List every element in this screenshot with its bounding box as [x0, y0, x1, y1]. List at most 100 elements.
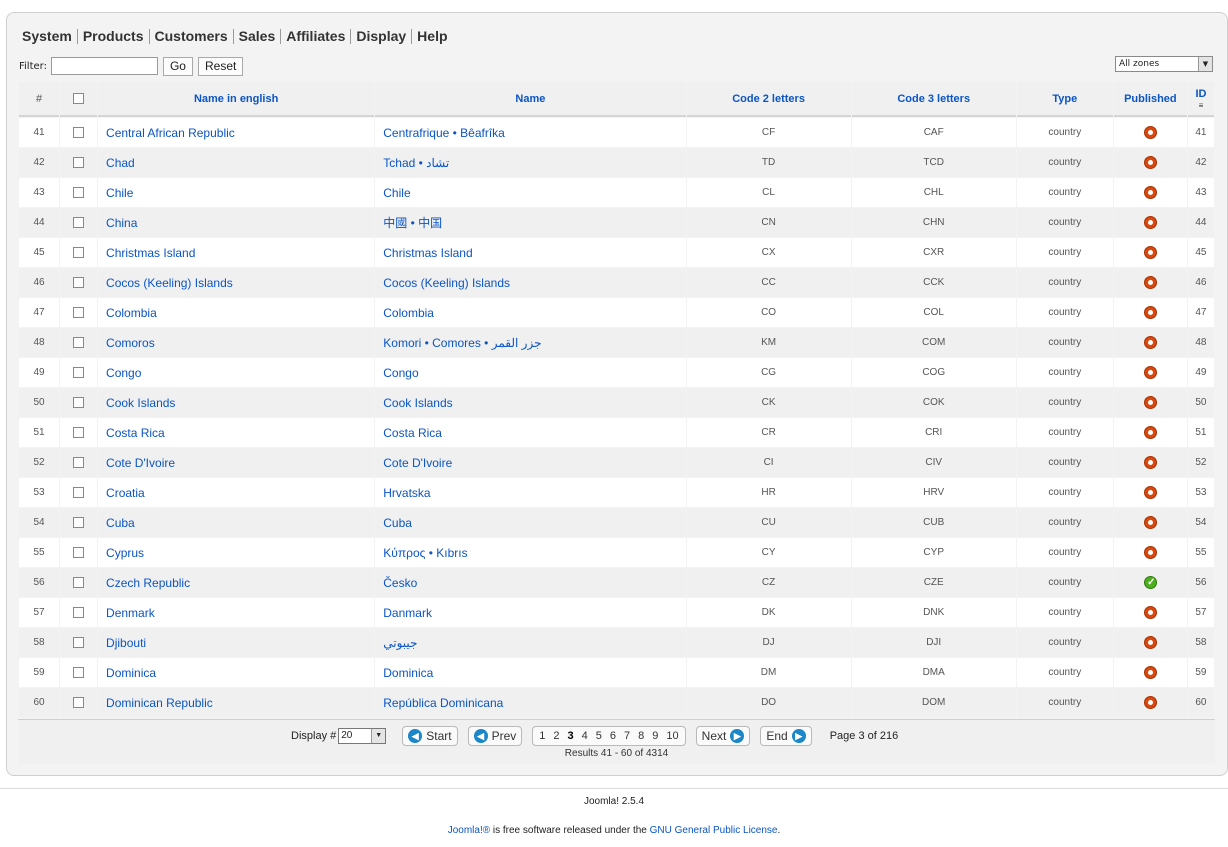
row-checkbox[interactable]	[73, 636, 85, 648]
unpublished-icon[interactable]	[1143, 186, 1157, 199]
table-row[interactable]: 41 Central African Republic Centrafrique •…	[19, 118, 1214, 147]
row-name-link[interactable]: Cuba	[375, 508, 686, 537]
unpublished-icon[interactable]	[1143, 396, 1157, 409]
row-name-english-link[interactable]: Congo	[98, 358, 375, 387]
row-name-link[interactable]: Hrvatska	[375, 478, 686, 507]
row-checkbox[interactable]	[73, 246, 85, 258]
row-checkbox[interactable]	[73, 336, 85, 348]
row-checkbox[interactable]	[73, 276, 85, 288]
row-checkbox[interactable]	[73, 216, 85, 228]
row-name-link[interactable]: Cocos (Keeling) Islands	[375, 268, 686, 297]
row-name-english-link[interactable]: Costa Rica	[98, 418, 375, 447]
row-checkbox[interactable]	[73, 486, 85, 498]
menu-item-sales[interactable]: Sales	[232, 28, 281, 44]
row-checkbox[interactable]	[73, 396, 85, 408]
row-name-link[interactable]: Danmark	[375, 598, 686, 627]
col-header-name[interactable]: Name	[375, 82, 686, 117]
row-checkbox[interactable]	[73, 516, 85, 528]
row-checkbox[interactable]	[73, 606, 85, 618]
row-name-english-link[interactable]: Chad	[98, 148, 375, 177]
row-checkbox[interactable]	[73, 426, 85, 438]
table-row[interactable]: 46 Cocos (Keeling) Islands Cocos (Keeling)…	[19, 268, 1214, 297]
table-row[interactable]: 49 Congo Congo CG COG country 49	[19, 358, 1214, 387]
row-name-english-link[interactable]: Cote D'Ivoire	[98, 448, 375, 477]
row-checkbox[interactable]	[73, 306, 85, 318]
table-row[interactable]: 48 Comoros Komori • Comores • جزر القمر KM C…	[19, 328, 1214, 357]
unpublished-icon[interactable]	[1143, 546, 1157, 559]
table-row[interactable]: 52 Cote D'Ivoire Cote D'Ivoire CI CIV country…	[19, 448, 1214, 477]
row-name-link[interactable]: Costa Rica	[375, 418, 686, 447]
row-checkbox[interactable]	[73, 666, 85, 678]
row-checkbox[interactable]	[73, 366, 85, 378]
row-name-link[interactable]: Tchad • تشاد	[375, 148, 686, 177]
unpublished-icon[interactable]	[1143, 336, 1157, 349]
table-row[interactable]: 60 Dominican Republic República Dominicana…	[19, 688, 1214, 717]
table-row[interactable]: 59 Dominica Dominica DM DMA country 59	[19, 658, 1214, 687]
unpublished-icon[interactable]	[1143, 486, 1157, 499]
row-name-link[interactable]: Colombia	[375, 298, 686, 327]
row-checkbox[interactable]	[73, 126, 85, 138]
table-row[interactable]: 53 Croatia Hrvatska HR HRV country 53	[19, 478, 1214, 507]
row-name-english-link[interactable]: Cocos (Keeling) Islands	[98, 268, 375, 297]
page-link[interactable]: 5	[592, 730, 606, 742]
row-name-link[interactable]: Česko	[375, 568, 686, 597]
row-checkbox[interactable]	[73, 696, 85, 708]
table-row[interactable]: 55 Cyprus Κύπρος • Kıbrıs CY CYP country 55	[19, 538, 1214, 567]
prev-button[interactable]: ◀ Prev	[467, 726, 523, 746]
row-name-link[interactable]: Congo	[375, 358, 686, 387]
row-name-english-link[interactable]: Cook Islands	[98, 388, 375, 417]
unpublished-icon[interactable]	[1143, 636, 1157, 649]
table-row[interactable]: 45 Christmas Island Christmas Island CX CXR c…	[19, 238, 1214, 267]
go-button[interactable]: Go	[162, 56, 193, 76]
published-check-icon[interactable]	[1143, 576, 1158, 589]
table-row[interactable]: 47 Colombia Colombia CO COL country 47	[19, 298, 1214, 327]
next-button[interactable]: Next ▶	[695, 726, 751, 746]
row-name-link[interactable]: 中國 • 中国	[375, 208, 686, 237]
page-link[interactable]: 2	[549, 730, 563, 742]
row-name-link[interactable]: Christmas Island	[375, 238, 686, 267]
row-name-link[interactable]: Cote D'Ivoire	[375, 448, 686, 477]
row-name-link[interactable]: Dominica	[375, 658, 686, 687]
row-name-english-link[interactable]: Chile	[98, 178, 375, 207]
menu-item-customers[interactable]: Customers	[148, 28, 233, 44]
unpublished-icon[interactable]	[1143, 156, 1157, 169]
reset-button[interactable]: Reset	[197, 56, 244, 76]
row-name-link[interactable]: Centrafrique • Bêafrîka	[375, 118, 686, 147]
col-header-code2[interactable]: Code 2 letters	[686, 82, 851, 117]
row-name-english-link[interactable]: Denmark	[98, 598, 375, 627]
row-name-english-link[interactable]: Christmas Island	[98, 238, 375, 267]
row-name-english-link[interactable]: Dominica	[98, 658, 375, 687]
row-checkbox[interactable]	[73, 456, 85, 468]
row-name-english-link[interactable]: Comoros	[98, 328, 375, 357]
table-row[interactable]: 56 Czech RepublicČeskoCZCZEcountry 56	[19, 568, 1214, 597]
select-all-checkbox[interactable]	[73, 93, 85, 105]
table-row[interactable]: 42 Chad Tchad • تشاد TD TCD country 42	[19, 148, 1214, 177]
menu-item-affiliates[interactable]: Affiliates	[280, 28, 350, 44]
table-row[interactable]: 54 Cuba Cuba CU CUB country 54	[19, 508, 1214, 537]
unpublished-icon[interactable]	[1143, 456, 1157, 469]
row-checkbox[interactable]	[73, 546, 85, 558]
unpublished-icon[interactable]	[1143, 126, 1157, 139]
menu-item-system[interactable]: System	[22, 28, 77, 44]
col-header-published[interactable]: Published	[1113, 82, 1187, 117]
row-name-link[interactable]: Chile	[375, 178, 686, 207]
row-checkbox[interactable]	[73, 156, 85, 168]
col-header-type[interactable]: Type	[1016, 82, 1113, 117]
row-name-english-link[interactable]: Central African Republic	[98, 118, 375, 147]
unpublished-icon[interactable]	[1143, 306, 1157, 319]
unpublished-icon[interactable]	[1143, 606, 1157, 619]
row-checkbox[interactable]	[73, 576, 85, 588]
page-link[interactable]: 7	[620, 730, 634, 742]
unpublished-icon[interactable]	[1143, 246, 1157, 259]
joomla-link[interactable]: Joomla!®	[448, 825, 490, 836]
col-header-code3[interactable]: Code 3 letters	[851, 82, 1016, 117]
unpublished-icon[interactable]	[1143, 216, 1157, 229]
menu-item-help[interactable]: Help	[411, 28, 452, 44]
row-checkbox[interactable]	[73, 186, 85, 198]
row-name-english-link[interactable]: Cuba	[98, 508, 375, 537]
page-link[interactable]: 9	[648, 730, 662, 742]
unpublished-icon[interactable]	[1143, 516, 1157, 529]
start-button[interactable]: ◀ Start	[402, 726, 458, 746]
table-row[interactable]: 58 Djibouti جيبوتي DJ DJI country 58	[19, 628, 1214, 657]
row-name-link[interactable]: Komori • Comores • جزر القمر	[375, 328, 686, 357]
